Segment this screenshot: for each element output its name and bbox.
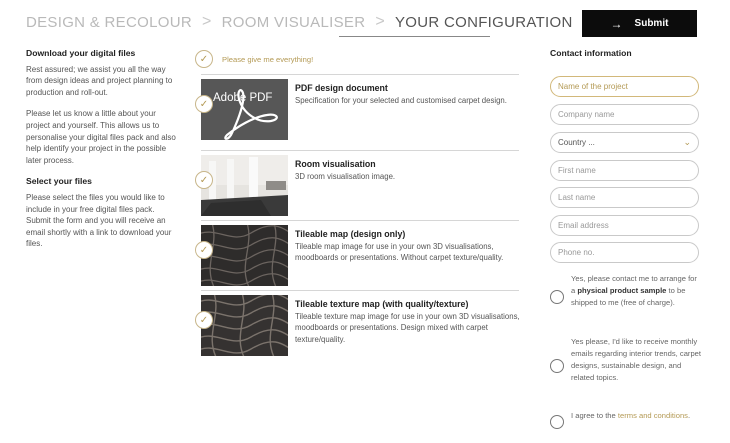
chevron-down-icon: ⌄ (683, 137, 691, 147)
chevron-right-icon: > (375, 13, 385, 30)
country-select[interactable]: Country ... ⌄ (550, 132, 699, 153)
terms-link[interactable]: terms and conditions (618, 411, 688, 420)
contact-heading: Contact information (550, 48, 632, 58)
project-paragraph: Please let us know a little about your p… (26, 109, 176, 165)
newsletter-optin-text: Yes please, I'd like to receive monthly … (571, 337, 701, 382)
file-item-room[interactable]: ✓ Room visualisation 3D room visualisati… (195, 150, 519, 220)
file-title: Room visualisation (295, 159, 376, 169)
country-select-value: Country ... (558, 138, 595, 147)
breadcrumb: DESIGN & RECOLOUR > ROOM VISUALISER > YO… (26, 13, 573, 31)
file-title: Tileable map (design only) (295, 229, 406, 239)
texture-map-thumbnail (201, 295, 288, 356)
chevron-right-icon: > (201, 13, 212, 30)
file-description: Specification for your selected and cust… (295, 96, 507, 105)
file-title: PDF design document (295, 83, 388, 93)
breadcrumb-your-configuration[interactable]: YOUR CONFIGURATION (395, 14, 573, 31)
checkmark-icon[interactable]: ✓ (195, 311, 213, 329)
file-title: Tileable texture map (with quality/textu… (295, 299, 469, 309)
checkmark-icon[interactable]: ✓ (195, 171, 213, 189)
terms-optin-radio[interactable] (550, 415, 564, 429)
select-files-heading: Select your files (26, 176, 92, 187)
newsletter-optin-radio[interactable] (550, 359, 564, 373)
first-name-field[interactable] (550, 160, 699, 181)
file-description: Tileable map image for use in your own 3… (295, 242, 504, 263)
file-item-tileable-map[interactable]: ✓ Tileable map (design only) Tileable ma… (195, 220, 519, 290)
submit-label: Submit (634, 18, 669, 29)
submit-button[interactable]: → Submit (582, 10, 697, 37)
intro-paragraph: Rest assured; we assist you all the way … (26, 64, 173, 97)
checkmark-icon[interactable]: ✓ (195, 50, 213, 68)
info-column: Download your digital files Rest assured… (26, 48, 176, 260)
tileable-map-thumbnail (201, 225, 288, 286)
breadcrumb-room-visualiser[interactable]: ROOM VISUALISER (222, 14, 366, 31)
room-thumbnail (201, 155, 288, 216)
sample-optin-text: Yes, please contact me to arrange for a … (571, 274, 697, 307)
email-field[interactable] (550, 215, 699, 236)
download-heading: Download your digital files (26, 48, 136, 58)
select-all-label: Please give me everything! (222, 54, 314, 64)
select-all-option[interactable]: ✓ Please give me everything! (195, 50, 313, 68)
header: DESIGN & RECOLOUR > ROOM VISUALISER > YO… (0, 0, 730, 46)
breadcrumb-design-recolour[interactable]: DESIGN & RECOLOUR (26, 14, 192, 31)
file-description: 3D room visualisation image. (295, 172, 396, 181)
pdf-logo-text: Adobe PDF (213, 92, 272, 104)
company-name-field[interactable] (550, 104, 699, 125)
pdf-thumbnail: Adobe PDF (201, 79, 288, 140)
checkmark-icon[interactable]: ✓ (195, 241, 213, 259)
terms-optin-text: I agree to the terms and conditions. (571, 411, 691, 420)
active-step-underline (339, 36, 490, 37)
sample-optin-radio[interactable] (550, 290, 564, 304)
checkmark-icon[interactable]: ✓ (195, 95, 213, 113)
file-item-pdf[interactable]: Adobe PDF ✓ PDF design document Specific… (195, 74, 519, 150)
arrow-right-icon: → (610, 16, 623, 31)
contact-form: Contact information Country ... ⌄ Yes, p… (550, 48, 701, 429)
last-name-field[interactable] (550, 187, 699, 208)
project-name-field[interactable] (550, 76, 699, 97)
file-description: Tileable texture map image for use in yo… (295, 312, 520, 344)
select-files-paragraph: Please select the files you would like t… (26, 192, 172, 249)
file-item-texture-map[interactable]: ✓ Tileable texture map (with quality/tex… (195, 290, 520, 360)
phone-field[interactable] (550, 242, 699, 263)
